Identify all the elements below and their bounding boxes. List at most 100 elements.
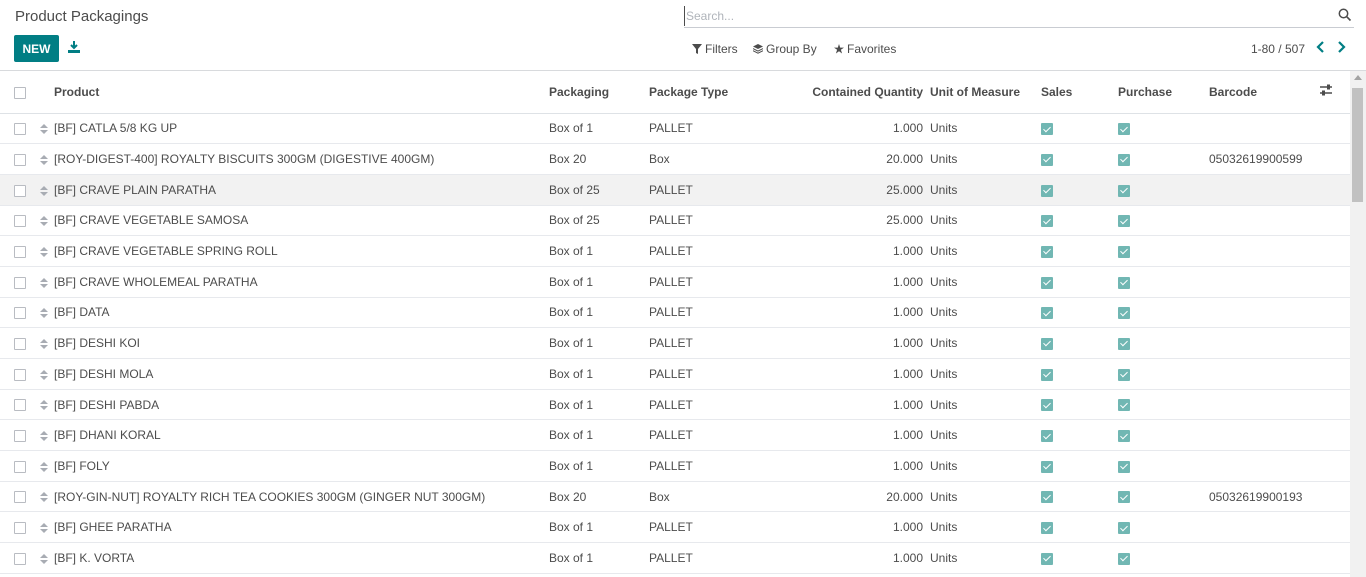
row-select[interactable] xyxy=(0,481,40,512)
cell-packaging[interactable]: Box of 1 xyxy=(549,389,649,420)
cell-packaging[interactable]: Box of 1 xyxy=(549,113,649,144)
cell-sales[interactable] xyxy=(1041,205,1118,236)
table-row[interactable]: [BF] DESHI KOI Box of 1 PALLET 1.000 Units xyxy=(0,328,1350,359)
sales-checkbox[interactable] xyxy=(1041,337,1053,350)
header-purchase[interactable]: Purchase xyxy=(1118,71,1209,113)
cell-barcode[interactable] xyxy=(1209,236,1319,267)
cell-barcode[interactable] xyxy=(1209,543,1319,574)
cell-unit-of-measure[interactable]: Units xyxy=(930,512,1041,543)
filters-button[interactable]: Filters xyxy=(692,42,738,56)
cell-sales[interactable] xyxy=(1041,451,1118,482)
cell-package-type[interactable]: PALLET xyxy=(649,205,779,236)
cell-contained-quantity[interactable]: 1.000 xyxy=(779,297,930,328)
cell-contained-quantity[interactable]: 1.000 xyxy=(779,266,930,297)
purchase-checkbox[interactable] xyxy=(1118,153,1130,166)
drag-handle-icon[interactable] xyxy=(40,492,48,503)
groupby-button[interactable]: Group By xyxy=(753,42,817,56)
row-select[interactable] xyxy=(0,512,40,543)
row-select[interactable] xyxy=(0,236,40,267)
cell-contained-quantity[interactable]: 1.000 xyxy=(779,328,930,359)
sales-checkbox[interactable] xyxy=(1041,399,1053,412)
cell-unit-of-measure[interactable]: Units xyxy=(930,420,1041,451)
row-handle-cell[interactable] xyxy=(40,144,54,175)
cell-sales[interactable] xyxy=(1041,328,1118,359)
cell-purchase[interactable] xyxy=(1118,481,1209,512)
cell-product[interactable]: [BF] CATLA 5/8 KG UP xyxy=(54,113,549,144)
drag-handle-icon[interactable] xyxy=(40,185,48,196)
cell-packaging[interactable]: Box of 1 xyxy=(549,236,649,267)
row-checkbox[interactable] xyxy=(14,552,26,565)
cell-contained-quantity[interactable] xyxy=(779,573,930,577)
cell-product[interactable]: [BF] CRAVE PLAIN PARATHA xyxy=(54,174,549,205)
cell-sales[interactable] xyxy=(1041,420,1118,451)
cell-purchase[interactable] xyxy=(1118,174,1209,205)
row-handle-cell[interactable] xyxy=(40,174,54,205)
header-barcode[interactable]: Barcode xyxy=(1209,71,1319,113)
row-select[interactable] xyxy=(0,573,40,577)
select-all-checkbox[interactable] xyxy=(14,86,26,99)
row-select[interactable] xyxy=(0,266,40,297)
cell-contained-quantity[interactable]: 20.000 xyxy=(779,481,930,512)
cell-contained-quantity[interactable]: 1.000 xyxy=(779,113,930,144)
cell-contained-quantity[interactable]: 1.000 xyxy=(779,236,930,267)
header-packaging[interactable]: Packaging xyxy=(549,71,649,113)
cell-sales[interactable] xyxy=(1041,236,1118,267)
cell-contained-quantity[interactable]: 1.000 xyxy=(779,543,930,574)
header-unit-of-measure[interactable]: Unit of Measure xyxy=(930,71,1041,113)
cell-sales[interactable] xyxy=(1041,389,1118,420)
cell-package-type[interactable]: PALLET xyxy=(649,174,779,205)
row-select[interactable] xyxy=(0,389,40,420)
cell-package-type[interactable]: PALLET xyxy=(649,420,779,451)
cell-product[interactable]: [BF] GHEE PARATHA xyxy=(54,512,549,543)
cell-contained-quantity[interactable]: 1.000 xyxy=(779,451,930,482)
vertical-scrollbar[interactable] xyxy=(1350,71,1366,577)
cell-unit-of-measure[interactable]: Units xyxy=(930,328,1041,359)
cell-package-type[interactable] xyxy=(649,573,779,577)
cell-barcode[interactable] xyxy=(1209,451,1319,482)
cell-product[interactable]: [BF] FOLY xyxy=(54,451,549,482)
cell-sales[interactable] xyxy=(1041,481,1118,512)
cell-purchase[interactable] xyxy=(1118,266,1209,297)
sales-checkbox[interactable] xyxy=(1041,215,1053,228)
sales-checkbox[interactable] xyxy=(1041,276,1053,289)
cell-packaging[interactable]: Box of 1 xyxy=(549,297,649,328)
cell-product[interactable]: [BF] K. VORTA xyxy=(54,543,549,574)
cell-purchase[interactable] xyxy=(1118,359,1209,390)
row-checkbox[interactable] xyxy=(14,368,26,381)
row-checkbox[interactable] xyxy=(14,153,26,166)
cell-purchase[interactable] xyxy=(1118,144,1209,175)
cell-package-type[interactable]: PALLET xyxy=(649,328,779,359)
table-row[interactable]: [BF] CRAVE WHOLEMEAL PARATHA Box of 1 PALL… xyxy=(0,266,1350,298)
row-checkbox[interactable] xyxy=(14,184,26,197)
purchase-checkbox[interactable] xyxy=(1118,491,1130,504)
cell-purchase[interactable] xyxy=(1118,543,1209,574)
cell-package-type[interactable]: PALLET xyxy=(649,359,779,390)
purchase-checkbox[interactable] xyxy=(1118,460,1130,473)
cell-purchase[interactable] xyxy=(1118,389,1209,420)
chevron-right-icon[interactable] xyxy=(1336,41,1346,53)
row-handle-cell[interactable] xyxy=(40,328,54,359)
row-checkbox[interactable] xyxy=(14,430,26,443)
table-row[interactable]: [BF] FOLY Box of 1 PALLET 1.000 Units xyxy=(0,451,1350,482)
new-button[interactable]: NEW xyxy=(14,35,59,62)
purchase-checkbox[interactable] xyxy=(1118,552,1130,565)
cell-package-type[interactable]: PALLET xyxy=(649,297,779,328)
cell-product[interactable]: [ROY-DIGEST-400] ROYALTY BISCUITS 300GM … xyxy=(54,144,549,175)
cell-sales[interactable] xyxy=(1041,543,1118,574)
drag-handle-icon[interactable] xyxy=(40,523,48,534)
drag-handle-icon[interactable] xyxy=(40,338,48,349)
drag-handle-icon[interactable] xyxy=(40,124,48,135)
drag-handle-icon[interactable] xyxy=(40,277,48,288)
cell-packaging[interactable] xyxy=(549,573,649,577)
cell-package-type[interactable]: PALLET xyxy=(649,451,779,482)
purchase-checkbox[interactable] xyxy=(1118,337,1130,350)
cell-packaging[interactable]: Box of 1 xyxy=(549,451,649,482)
cell-package-type[interactable]: PALLET xyxy=(649,543,779,574)
drag-handle-icon[interactable] xyxy=(40,431,48,442)
row-select[interactable] xyxy=(0,451,40,482)
cell-product[interactable]: [BF] CRAVE VEGETABLE SAMOSA xyxy=(54,205,549,236)
table-row[interactable]: [BF] GHEE PARATHA Box of 1 PALLET 1.000 Unit… xyxy=(0,512,1350,543)
cell-sales[interactable] xyxy=(1041,174,1118,205)
row-handle-cell[interactable] xyxy=(40,297,54,328)
optional-columns-toggle[interactable] xyxy=(1319,71,1350,113)
